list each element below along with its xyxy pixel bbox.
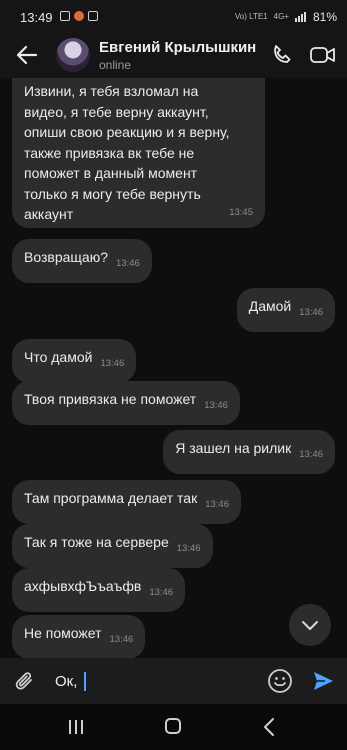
message-time: 13:46: [116, 258, 140, 269]
paperclip-icon[interactable]: [14, 669, 36, 693]
message-time: 13:46: [205, 499, 229, 510]
system-navigation-bar: [0, 704, 347, 750]
message-text-line: опиши свою реакцию и я верну,: [24, 124, 230, 140]
network-label: Vo) LTE1: [234, 12, 268, 21]
message-bubble[interactable]: Дамой 13:46: [236, 288, 335, 332]
message-bubble[interactable]: Что дамой 13:46: [12, 339, 137, 383]
battery-percent: 81%: [312, 10, 337, 24]
message-text: Возвращаю?: [24, 249, 108, 265]
message-bubble[interactable]: Так я тоже на сервере 13:46: [12, 524, 213, 568]
message-time: 13:46: [149, 587, 174, 598]
message-time: 13:46: [299, 449, 323, 460]
status-bar: 13:49 Vo) LTE1 4G+ 81%: [0, 0, 347, 34]
message-bubble[interactable]: Возвращаю? 13:46: [12, 239, 152, 283]
app-notification-icon: [74, 11, 84, 21]
presence-status: online: [99, 58, 132, 72]
message-text: Там программа делает так: [24, 490, 198, 506]
message-time: 13:46: [109, 634, 134, 645]
message-time: 13:46: [299, 307, 323, 318]
text-caret: [84, 672, 86, 691]
message-bubble[interactable]: Я зашел на рилик 13:46: [163, 430, 335, 474]
home-icon[interactable]: [165, 718, 181, 734]
contact-name[interactable]: Евгений Крылышкин: [99, 39, 256, 56]
recent-apps-icon[interactable]: [67, 719, 85, 735]
avatar[interactable]: [56, 38, 90, 72]
message-time: 13:46: [176, 543, 201, 554]
notification-icons: [60, 11, 98, 21]
smiley-icon[interactable]: [267, 668, 293, 694]
status-right: Vo) LTE1 4G+ 81%: [235, 10, 337, 24]
message-composer: [0, 658, 347, 704]
message-text-line: также привязка вк тебе не: [24, 144, 195, 161]
message-time: 13:46: [204, 400, 228, 411]
message-bubble[interactable]: Не поможет 13:46: [12, 615, 146, 659]
message-text: Дамой: [248, 298, 292, 314]
signal-label: 4G+: [273, 12, 289, 21]
message-text-line: видео, я тебе верну аккаунт,: [24, 103, 209, 120]
message-text: Твоя привязка не поможет: [24, 391, 197, 407]
message-text-line: Извини, я тебя взломал на: [24, 83, 199, 99]
arrow-left-icon[interactable]: [14, 42, 40, 68]
send-arrow-icon[interactable]: [311, 669, 335, 693]
chevron-left-icon[interactable]: [262, 717, 276, 737]
message-bubble[interactable]: Там программа делает так 13:46: [12, 480, 241, 524]
message-text: Что дамой: [24, 349, 93, 365]
message-time: 13:46: [100, 358, 125, 369]
message-text: ахфывхфЪъаъфв: [24, 578, 142, 594]
phone-icon[interactable]: [270, 43, 294, 67]
scroll-to-bottom-button[interactable]: [289, 604, 331, 646]
message-bubble[interactable]: ахфывхфЪъаъфв 13:46: [12, 568, 186, 612]
message-bubble[interactable]: Твоя привязка не поможет 13:46: [12, 381, 240, 425]
message-text-line: только я могу тебе вернуть: [24, 185, 201, 202]
chat-header: Евгений Крылышкин online: [0, 34, 347, 78]
message-time: 13:45: [229, 206, 253, 218]
chevron-down-icon: [302, 621, 318, 630]
message-list[interactable]: Извини, я тебя взломал на видео, я тебе …: [0, 78, 347, 659]
message-text: Так я тоже на сервере: [24, 534, 169, 550]
message-text: Я зашел на рилик: [175, 440, 292, 456]
signal-icon: [294, 12, 306, 22]
check-notification-icon: [88, 11, 98, 21]
message-text-line: поможет в данный момент: [24, 165, 198, 181]
message-text-line: аккаунт: [24, 206, 74, 222]
status-time: 13:49: [20, 10, 53, 25]
message-bubble[interactable]: Извини, я тебя взломал на видео, я тебе …: [12, 78, 265, 228]
message-text: Не поможет: [24, 625, 102, 641]
gallery-notification-icon: [60, 11, 70, 21]
video-camera-icon[interactable]: [309, 43, 337, 67]
